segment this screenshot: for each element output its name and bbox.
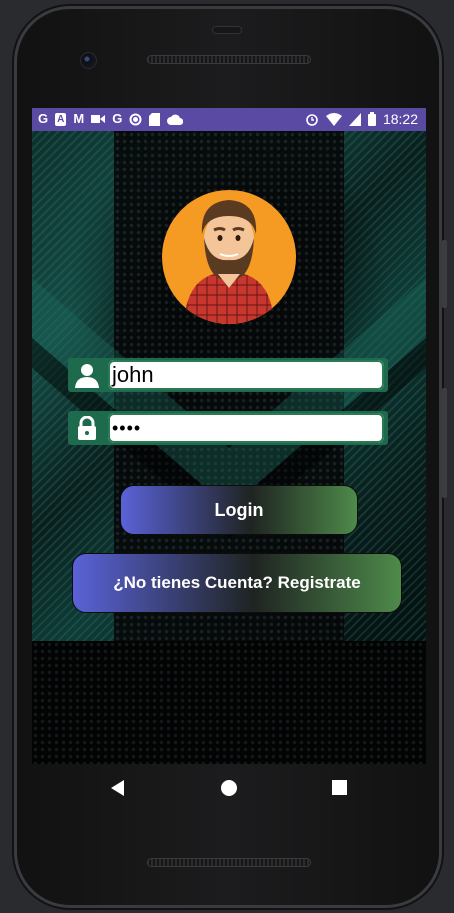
user-icon <box>72 361 102 389</box>
clock: 18:22 <box>382 111 418 127</box>
video-icon <box>91 115 106 123</box>
avatar <box>162 190 296 324</box>
google-icon: G <box>38 111 49 126</box>
power-button <box>442 388 447 498</box>
bottom-speaker <box>147 858 311 867</box>
man-avatar-icon <box>184 200 274 324</box>
wifi-icon <box>325 112 342 126</box>
google-icon: G <box>112 111 123 126</box>
status-bar: G A M G 18:22 <box>32 108 426 131</box>
volume-button <box>442 240 447 308</box>
top-slot <box>212 26 242 34</box>
username-input[interactable]: john <box>108 360 384 390</box>
login-button[interactable]: Login <box>120 485 358 535</box>
home-icon <box>221 780 237 796</box>
bottom-background <box>32 641 426 764</box>
top-speaker <box>147 55 311 64</box>
translate-icon: A <box>55 112 67 126</box>
recents-icon <box>332 780 347 795</box>
back-icon <box>111 780 124 796</box>
lock-icon <box>72 414 102 442</box>
password-row: •••• <box>68 411 388 445</box>
navigation-bar <box>32 764 426 812</box>
screen: G A M G 18:22 john •••• Login ¿No tienes… <box>32 108 426 764</box>
home-button[interactable] <box>220 779 238 802</box>
circle-icon <box>129 113 142 125</box>
register-button[interactable]: ¿No tienes Cuenta? Registrate <box>72 553 402 613</box>
cloud-icon <box>167 114 184 125</box>
system-icons: 18:22 <box>305 111 418 127</box>
gmail-icon: M <box>73 111 85 126</box>
battery-icon <box>367 112 376 126</box>
recents-button[interactable] <box>332 780 347 800</box>
username-row: john <box>68 358 388 392</box>
sd-card-icon <box>149 112 161 126</box>
back-button[interactable] <box>110 779 126 802</box>
notification-icons: G A M G <box>38 111 184 127</box>
front-camera <box>81 53 96 68</box>
alarm-icon <box>306 114 318 126</box>
signal-icon <box>348 112 361 126</box>
password-input[interactable]: •••• <box>108 413 384 443</box>
